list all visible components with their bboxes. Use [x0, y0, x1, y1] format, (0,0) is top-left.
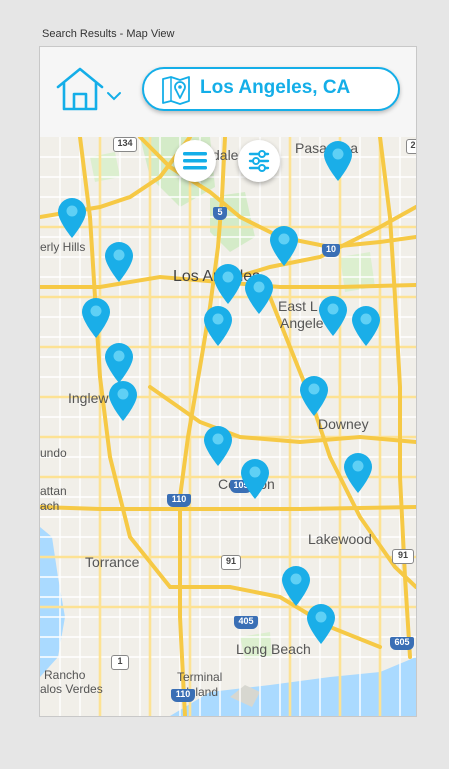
map-marker-icon	[282, 566, 310, 606]
place-label-east-la-1: East L	[278, 298, 318, 314]
map-pin[interactable]	[322, 140, 354, 182]
app-header: Los Angeles, CA	[40, 47, 416, 137]
map-pin[interactable]	[342, 452, 374, 494]
highway-shield-134: 134	[113, 137, 137, 152]
place-label-terminal-1: Terminal	[177, 670, 223, 684]
map-marker-icon	[105, 242, 133, 282]
map-pin[interactable]	[298, 375, 330, 417]
map-marker-icon	[204, 306, 232, 346]
home-menu-button[interactable]	[54, 67, 126, 115]
map-pin[interactable]	[243, 273, 275, 315]
highway-shield-91-west: 91	[221, 555, 241, 570]
highway-shield-5: 5	[213, 207, 227, 220]
highway-shield-605: 605	[390, 637, 414, 650]
place-label-long-beach: Long Beach	[236, 641, 311, 657]
highway-shield-10: 10	[322, 244, 340, 257]
menu-icon	[183, 152, 207, 170]
map-pin[interactable]	[305, 603, 337, 645]
place-label-lakewood: Lakewood	[308, 531, 372, 547]
place-label-inglewood: Inglew	[68, 390, 109, 406]
highway-shield-2: 2	[406, 139, 416, 154]
place-label-rancho-2: alos Verdes	[40, 682, 103, 696]
map-marker-icon	[109, 381, 137, 421]
map-pin[interactable]	[103, 342, 135, 384]
frame-title: Search Results - Map View	[42, 28, 175, 40]
sliders-icon	[248, 150, 270, 172]
map-pin[interactable]	[280, 565, 312, 607]
map-pin[interactable]	[202, 425, 234, 467]
place-label-beverly-hills: erly Hills	[40, 240, 86, 254]
map-view[interactable]: Pasadena dale erly Hills Los Angeles Eas…	[40, 137, 416, 716]
highway-shield-110: 110	[167, 494, 191, 507]
location-search-button[interactable]: Los Angeles, CA	[142, 67, 400, 111]
place-label-manhattan-1: attan	[40, 484, 67, 498]
map-pin[interactable]	[212, 263, 244, 305]
place-label-hawthorne: undo	[40, 446, 67, 460]
place-label-manhattan-2: ach	[40, 499, 60, 513]
map-marker-icon	[105, 343, 133, 383]
highway-shield-405: 405	[234, 616, 258, 629]
map-marker-icon	[300, 376, 328, 416]
home-icon	[56, 67, 121, 111]
map-pin[interactable]	[107, 380, 139, 422]
filter-button[interactable]	[238, 140, 280, 182]
map-pin[interactable]	[56, 197, 88, 239]
map-pin[interactable]	[317, 295, 349, 337]
place-label-downey: Downey	[318, 416, 369, 432]
map-pin[interactable]	[80, 297, 112, 339]
map-marker-icon	[245, 274, 273, 314]
phone-screen: Los Angeles, CA dale erly Hills Los East…	[39, 46, 417, 717]
map-marker-icon	[241, 459, 269, 499]
place-label-rancho-1: Rancho	[44, 668, 86, 682]
map-marker-icon	[204, 426, 232, 466]
map-pin[interactable]	[350, 305, 382, 347]
map-marker-icon	[319, 296, 347, 336]
location-label: Los Angeles, CA	[200, 77, 351, 98]
menu-button[interactable]	[174, 140, 216, 182]
highway-shield-1: 1	[111, 655, 129, 670]
map-marker-icon	[324, 141, 352, 181]
chevron-down-icon	[107, 92, 121, 101]
map-marker-icon	[58, 198, 86, 238]
place-label-torrance: Torrance	[85, 554, 140, 570]
map-marker-icon	[82, 298, 110, 338]
map-marker-icon	[352, 306, 380, 346]
map-pin[interactable]	[202, 305, 234, 347]
map-pin[interactable]	[239, 458, 271, 500]
map-marker-icon	[344, 453, 372, 493]
map-pin[interactable]	[268, 225, 300, 267]
map-marker-icon	[307, 604, 335, 644]
highway-shield-91-east: 91	[392, 549, 414, 564]
highway-shield-110-south: 110	[171, 689, 195, 702]
map-marker-icon	[270, 226, 298, 266]
map-pin-icon	[162, 76, 190, 105]
map-pin[interactable]	[103, 241, 135, 283]
map-marker-icon	[214, 264, 242, 304]
